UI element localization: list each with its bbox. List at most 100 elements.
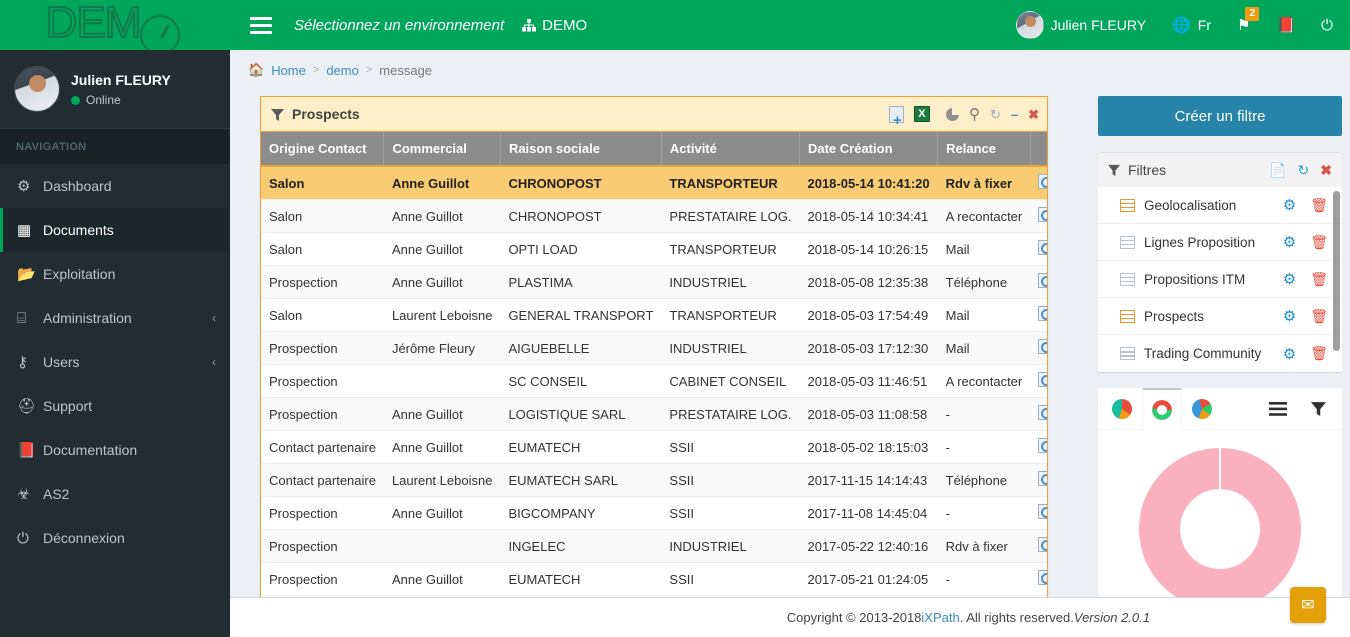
breadcrumb-home[interactable]: Home [271,63,306,78]
language-selector[interactable]: 🌐 Fr [1159,0,1224,50]
table-row[interactable]: Prospection Anne Guillot PLASTIMA INDUSTRIE… [261,265,1047,299]
copy-icon[interactable]: 📄 [1269,162,1286,179]
zoom-row-icon[interactable] [1038,372,1047,387]
filter-item-lignes-proposition[interactable]: Lignes Proposition ⚙ 🗑 [1098,224,1342,261]
filter-item-prospects[interactable]: Prospects ⚙ 🗑 [1098,298,1342,335]
cell-relance: Téléphone [937,463,1031,497]
zoom-row-icon[interactable] [1038,306,1047,321]
table-row[interactable]: Salon Anne Guillot CHRONOPOST PRESTATAIRE L… [261,199,1047,233]
app-logo[interactable]: DEM [0,0,230,50]
sidebar-item-d-connexion[interactable]: ⏻ Déconnexion [0,516,230,560]
table-row[interactable]: Contact partenaire Anne Guillot EUMATECH SS… [261,430,1047,464]
filters-scrollbar[interactable] [1333,191,1340,351]
hamburger-icon[interactable] [250,16,272,34]
table-row[interactable]: Prospection Anne Guillot EUMATECH SSII 2017-… [261,562,1047,596]
new-document-icon[interactable] [888,105,904,127]
environment-current-label: DEMO [542,16,588,34]
tab-polar-chart[interactable] [1182,388,1222,430]
column-header-activite[interactable]: Activité [661,132,800,167]
chart-pie-icon[interactable] [945,107,959,121]
environment-placeholder[interactable]: Sélectionnez un environnement [294,17,504,34]
refresh-icon[interactable]: ↻ [1298,162,1310,179]
sidebar-item-label: Dashboard [43,178,112,194]
sidebar-item-label: Administration [43,310,132,326]
sidebar-item-dashboard[interactable]: ⚙ Dashboard [0,164,230,208]
cell-relance: Mail [937,232,1031,266]
breadcrumb-demo[interactable]: demo [326,63,359,78]
delete-trash-icon[interactable]: 🗑 [1310,345,1328,362]
refresh-icon[interactable]: ↻ [990,108,1001,121]
sidebar-item-documents[interactable]: ▦ Documents [0,208,230,252]
table-row[interactable]: Salon Anne Guillot CHRONOPOST TRANSPORTEUR 2… [261,166,1047,200]
sidebar-item-exploitation[interactable]: 📂 Exploitation [0,252,230,296]
table-row[interactable]: Prospection Anne Guillot LOGISTIQUE SARL PR… [261,397,1047,431]
tab-pie-chart[interactable] [1102,388,1142,430]
table-row[interactable]: Prospection Anne Guillot BIGCOMPANY SSII 201… [261,496,1047,530]
zoom-row-icon[interactable] [1038,570,1047,585]
filter-item-trading-community[interactable]: Trading Community ⚙ 🗑 [1098,335,1342,372]
sidebar-item-administration[interactable]: ⌸ Administration ‹ [0,296,230,340]
mail-floating-button[interactable]: ✉ [1290,587,1326,623]
table-row[interactable]: Prospection Jérôme Fleury AIGUEBELLE INDUST… [261,331,1047,365]
notifications-flag-button[interactable]: ⚑ 2 [1224,0,1263,50]
create-filter-button[interactable]: Créer un filtre [1098,96,1342,136]
column-header-actions [1030,132,1047,167]
close-icon[interactable]: ✖ [1028,108,1039,121]
column-header-commercial[interactable]: Commercial [383,132,501,167]
zoom-row-icon[interactable] [1038,438,1047,453]
zoom-row-icon[interactable] [1038,405,1047,420]
environment-current[interactable]: DEMO [522,17,587,34]
table-row[interactable]: Prospection INGELEC INDUSTRIEL 2017-05-22 1… [261,529,1047,563]
zoom-row-icon[interactable] [1038,207,1047,222]
table-row[interactable]: Prospection SC CONSEIL CABINET CONSEIL 2018… [261,364,1047,398]
column-header-origine-contact[interactable]: Origine Contact [261,132,385,167]
filter-item-propositions-itm[interactable]: Propositions ITM ⚙ 🗑 [1098,261,1342,298]
minimize-icon[interactable]: – [1011,108,1018,121]
sidebar-item-documentation[interactable]: 📕 Documentation [0,428,230,472]
user-menu[interactable]: Julien FLEURY [1003,0,1159,50]
status-label: Online [86,93,121,107]
sidebar-item-users[interactable]: ⚷ Users ‹ [0,340,230,384]
table-row[interactable]: Salon Anne Guillot OPTI LOAD TRANSPORTEUR 20… [261,232,1047,266]
delete-trash-icon[interactable]: 🗑 [1310,271,1328,288]
chevron-left-icon: ‹ [212,311,216,325]
column-header-relance[interactable]: Relance [937,132,1031,167]
export-excel-icon[interactable]: X [913,106,930,122]
zoom-row-icon[interactable] [1038,273,1047,288]
zoom-row-icon[interactable] [1038,174,1047,189]
table-row[interactable]: Contact partenaire Laurent Leboisne EUMATE… [261,463,1047,497]
tab-list-view[interactable] [1258,388,1298,430]
close-icon[interactable]: ✖ [1320,162,1332,179]
tab-donut-chart[interactable] [1141,388,1183,430]
search-icon[interactable]: ⚲ [969,107,980,122]
column-header-raison-sociale[interactable]: Raison sociale [500,132,662,167]
delete-trash-icon[interactable]: 🗑 [1310,308,1328,325]
filter-row-actions: ⚙ 🗑 [1283,345,1328,363]
delete-trash-icon[interactable]: 🗑 [1310,234,1328,251]
settings-gear-icon[interactable]: ⚙ [1283,233,1296,251]
donut-chart-slice-prospects[interactable] [1139,448,1301,604]
logout-button[interactable]: ⏻ [1308,0,1346,50]
delete-trash-icon[interactable]: 🗑 [1310,197,1328,214]
table-row[interactable]: Salon Laurent Leboisne GENERAL TRANSPORT TR… [261,298,1047,332]
column-header-date-creation[interactable]: Date Création [799,132,939,167]
sidebar-item-as2[interactable]: ☣ AS2 [0,472,230,516]
settings-gear-icon[interactable]: ⚙ [1283,307,1296,325]
tab-filter-view[interactable] [1298,388,1338,430]
filter-item-geolocalisation[interactable]: Geolocalisation ⚙ 🗑 [1098,187,1342,224]
sidebar-user-panel[interactable]: Julien FLEURY Online [0,50,230,129]
settings-gear-icon[interactable]: ⚙ [1283,196,1296,214]
settings-gear-icon[interactable]: ⚙ [1283,345,1296,363]
documentation-button[interactable]: 📕 [1263,0,1308,50]
zoom-row-icon[interactable] [1038,339,1047,354]
sidebar-item-support[interactable]: ⛑ Support [0,384,230,428]
zoom-row-icon[interactable] [1038,471,1047,486]
cell-date: 2018-05-08 12:35:38 [799,265,938,299]
zoom-row-icon[interactable] [1038,537,1047,552]
header-right-tools: Julien FLEURY 🌐 Fr ⚑ 2 📕 ⏻ [1003,0,1350,50]
settings-gear-icon[interactable]: ⚙ [1283,270,1296,288]
zoom-row-icon[interactable] [1038,504,1047,519]
footer-brand-link[interactable]: iXPath [921,610,959,625]
cell-date: 2018-05-03 11:46:51 [799,364,938,398]
zoom-row-icon[interactable] [1038,240,1047,255]
